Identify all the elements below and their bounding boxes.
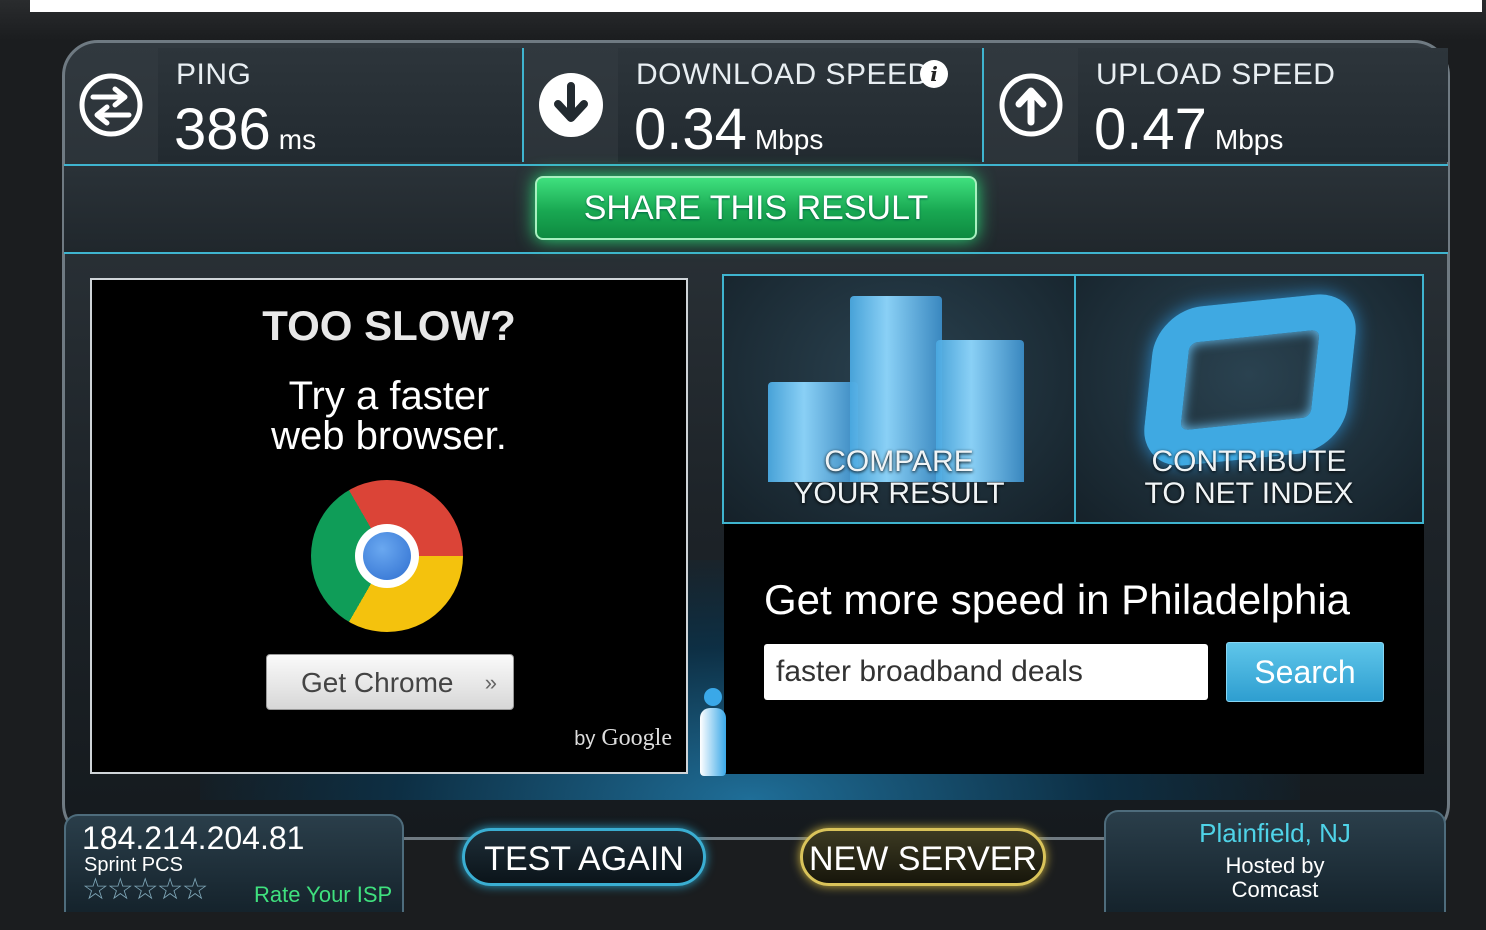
server-info: Plainfield, NJ Hosted by Comcast	[1104, 810, 1446, 912]
server-city[interactable]: Plainfield, NJ	[1106, 818, 1444, 849]
upload-unit: Mbps	[1214, 124, 1284, 155]
rate-isp-link[interactable]: Rate Your ISP	[254, 882, 392, 908]
swap-arrows-icon	[64, 48, 158, 162]
upload-arrow-icon	[984, 48, 1078, 162]
by-google-logo: by Google	[574, 725, 672, 751]
compare-label: COMPARE YOUR RESULT	[793, 445, 1005, 510]
net-index-ring-icon	[1139, 289, 1361, 471]
share-result-button[interactable]: SHARE THIS RESULT	[535, 176, 977, 240]
upload-label: UPLOAD SPEED	[1096, 58, 1336, 91]
download-label: DOWNLOAD SPEED	[636, 58, 930, 91]
ping-label: PING	[176, 58, 252, 91]
hosted-by: Hosted by Comcast	[1225, 853, 1325, 902]
results-bar: PING 386 ms DOWNLOAD SPEED i 0.34 Mbps UPL…	[64, 48, 1448, 166]
search-input[interactable]	[764, 644, 1208, 700]
connection-info: 184.214.204.81 Sprint PCS ☆☆☆☆☆ Rate You…	[64, 814, 404, 912]
download-value: 0.34 Mbps	[634, 97, 824, 162]
ad-subtitle-line: web browser.	[271, 414, 507, 458]
ip-address: 184.214.204.81	[82, 820, 305, 856]
ad-subtitle-line: Try a faster	[288, 374, 490, 418]
chrome-logo-icon[interactable]	[311, 480, 463, 632]
ping-unit: ms	[278, 124, 317, 155]
upload-stat: UPLOAD SPEED 0.47 Mbps	[984, 48, 1448, 162]
chevron-right-icon: »	[484, 670, 497, 695]
search-ad-panel: Get more speed in Philadelphia Search	[724, 524, 1424, 774]
new-server-button[interactable]: NEW SERVER	[800, 828, 1046, 886]
person-icon	[698, 688, 726, 778]
ping-value: 386 ms	[174, 97, 317, 162]
download-unit: Mbps	[754, 124, 824, 155]
test-again-button[interactable]: TEST AGAIN	[462, 828, 706, 886]
contribute-net-index-tile[interactable]: CONTRIBUTE TO NET INDEX	[1074, 274, 1424, 524]
get-chrome-label: Get Chrome	[301, 667, 454, 698]
search-button[interactable]: Search	[1226, 642, 1384, 702]
contribute-label: CONTRIBUTE TO NET INDEX	[1144, 445, 1354, 510]
stats-divider	[982, 48, 984, 162]
page-top-strip	[30, 0, 1482, 12]
compare-result-tile[interactable]: COMPARE YOUR RESULT	[722, 274, 1076, 524]
upload-value: 0.47 Mbps	[1094, 97, 1284, 162]
rating-stars-icon[interactable]: ☆☆☆☆☆	[82, 872, 208, 907]
search-title: Get more speed in Philadelphia	[764, 576, 1351, 623]
stats-divider	[522, 48, 524, 162]
ping-stat: PING 386 ms	[64, 48, 522, 162]
get-chrome-button[interactable]: Get Chrome »	[266, 654, 514, 710]
info-icon[interactable]: i	[920, 60, 948, 88]
download-arrow-icon	[524, 48, 618, 162]
chrome-ad[interactable]: TOO SLOW? Try a faster web browser. Get …	[90, 278, 688, 774]
download-stat: DOWNLOAD SPEED i 0.34 Mbps	[524, 48, 982, 162]
ad-subtitle: Try a faster web browser.	[92, 376, 686, 456]
ad-title: TOO SLOW?	[262, 302, 516, 349]
